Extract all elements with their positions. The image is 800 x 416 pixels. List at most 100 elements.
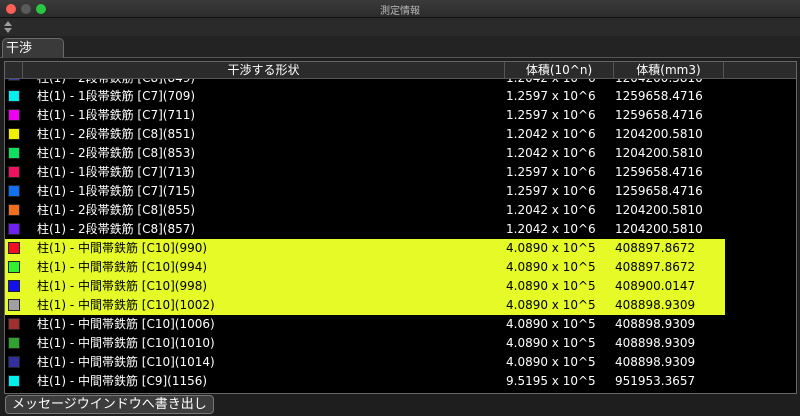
cell-volume-mm3: 408897.8672 (615, 241, 696, 255)
cell-volume-mm3: 408898.9309 (615, 355, 696, 369)
cell-volume-exp: 1.2042 x 10^6 (506, 222, 596, 236)
color-swatch (8, 204, 20, 216)
cell-shape: 柱(1) - 中間帯鉄筋 [C9](1156) (37, 374, 208, 388)
tab-bar: 干渉 (0, 36, 800, 58)
cell-shape: 柱(1) - 2段帯鉄筋 [C8](855) (37, 203, 196, 217)
color-swatch (8, 185, 20, 197)
table-row[interactable]: 柱(1) - 1段帯鉄筋 [C7](715) 1.2597 x 10^6 12596… (5, 182, 725, 201)
color-swatch (8, 356, 20, 368)
cell-volume-mm3: 1204200.5810 (615, 127, 703, 141)
table-row[interactable]: 柱(1) - 中間帯鉄筋 [C10](998) 4.0890 x 10^5 4089… (5, 277, 725, 296)
cell-shape: 柱(1) - 2段帯鉄筋 [C8](857) (37, 222, 196, 236)
interference-table: 干渉する形状 体積(10^n) 体積(mm3) 柱(1) - 2段帯鉄筋 [C8… (4, 61, 797, 394)
table-row[interactable]: 柱(1) - 中間帯鉄筋 [C10](1010) 4.0890 x 10^5 408… (5, 334, 725, 353)
table-header: 干渉する形状 体積(10^n) 体積(mm3) (5, 62, 796, 79)
cell-shape: 柱(1) - 中間帯鉄筋 [C10](1002) (37, 298, 215, 312)
color-swatch (8, 337, 20, 349)
cell-volume-exp: 1.2042 x 10^6 (506, 79, 596, 87)
cell-volume-mm3: 408897.8672 (615, 260, 696, 274)
color-swatch (8, 90, 20, 102)
cell-volume-mm3: 1259658.4716 (615, 165, 703, 179)
cell-shape: 柱(1) - 1段帯鉄筋 [C7](715) (37, 184, 196, 198)
cell-volume-exp: 1.2597 x 10^6 (506, 89, 596, 103)
cell-shape: 柱(1) - 1段帯鉄筋 [C7](711) (37, 108, 196, 122)
cell-volume-mm3: 1259658.4716 (615, 108, 703, 122)
cell-volume-exp: 4.0890 x 10^5 (506, 355, 596, 369)
column-header-extra[interactable] (724, 62, 796, 78)
table-body: 柱(1) - 2段帯鉄筋 [C8](849) 1.2042 x 10^6 12042… (5, 79, 725, 391)
cell-volume-mm3: 1204200.5810 (615, 146, 703, 160)
color-swatch (8, 280, 20, 292)
cell-volume-exp: 1.2597 x 10^6 (506, 184, 596, 198)
color-swatch (8, 79, 20, 81)
cell-shape: 柱(1) - 中間帯鉄筋 [C10](990) (37, 241, 208, 255)
updown-arrows-icon[interactable] (3, 20, 13, 34)
toolbar (0, 18, 800, 36)
footer: メッセージウインドウへ書き出し (0, 394, 800, 416)
column-header-volume-mm3[interactable]: 体積(mm3) (614, 62, 724, 78)
table-row[interactable]: 柱(1) - 2段帯鉄筋 [C8](851) 1.2042 x 10^6 12042… (5, 125, 725, 144)
window-title: 測定情報 (380, 6, 420, 17)
cell-shape: 柱(1) - 2段帯鉄筋 [C8](851) (37, 127, 196, 141)
table-row[interactable]: 柱(1) - 2段帯鉄筋 [C8](853) 1.2042 x 10^6 12042… (5, 144, 725, 163)
cell-volume-mm3: 408898.9309 (615, 317, 696, 331)
column-header-color[interactable] (5, 62, 23, 78)
cell-volume-exp: 1.2042 x 10^6 (506, 203, 596, 217)
cell-shape: 柱(1) - 中間帯鉄筋 [C10](998) (37, 279, 208, 293)
cell-shape: 柱(1) - 中間帯鉄筋 [C10](1006) (37, 317, 215, 331)
table-row[interactable]: 柱(1) - 1段帯鉄筋 [C7](713) 1.2597 x 10^6 12596… (5, 163, 725, 182)
column-header-volume-exp[interactable]: 体積(10^n) (505, 62, 614, 78)
cell-volume-mm3: 1204200.5810 (615, 203, 703, 217)
cell-volume-exp: 4.0890 x 10^5 (506, 336, 596, 350)
color-swatch (8, 318, 20, 330)
cell-volume-exp: 4.0890 x 10^5 (506, 298, 596, 312)
title-bar: 測定情報 (0, 0, 800, 18)
color-swatch (8, 299, 20, 311)
color-swatch (8, 375, 20, 387)
color-swatch (8, 242, 20, 254)
cell-shape: 柱(1) - 中間帯鉄筋 [C10](1010) (37, 336, 215, 350)
tab-interference[interactable]: 干渉 (2, 38, 64, 58)
color-swatch (8, 223, 20, 235)
cell-volume-exp: 9.5195 x 10^5 (506, 374, 596, 388)
cell-shape: 柱(1) - 中間帯鉄筋 [C10](994) (37, 260, 208, 274)
column-header-shape[interactable]: 干渉する形状 (23, 62, 505, 78)
table-row[interactable]: 柱(1) - 中間帯鉄筋 [C9](1156) 9.5195 x 10^5 9519… (5, 372, 725, 391)
color-swatch (8, 109, 20, 121)
table-row[interactable]: 柱(1) - 1段帯鉄筋 [C7](711) 1.2597 x 10^6 12596… (5, 106, 725, 125)
export-to-message-window-button[interactable]: メッセージウインドウへ書き出し (5, 395, 214, 414)
cell-volume-exp: 1.2597 x 10^6 (506, 108, 596, 122)
cell-volume-mm3: 1204200.5810 (615, 222, 703, 236)
table-row[interactable]: 柱(1) - 中間帯鉄筋 [C10](990) 4.0890 x 10^5 4088… (5, 239, 725, 258)
table-row[interactable]: 柱(1) - 中間帯鉄筋 [C10](1014) 4.0890 x 10^5 408… (5, 353, 725, 372)
table-row[interactable]: 柱(1) - 中間帯鉄筋 [C10](1006) 4.0890 x 10^5 408… (5, 315, 725, 334)
cell-volume-exp: 4.0890 x 10^5 (506, 317, 596, 331)
cell-shape: 柱(1) - 2段帯鉄筋 [C8](853) (37, 146, 196, 160)
color-swatch (8, 166, 20, 178)
cell-volume-mm3: 408898.9309 (615, 298, 696, 312)
table-row[interactable]: 柱(1) - 中間帯鉄筋 [C10](1002) 4.0890 x 10^5 408… (5, 296, 725, 315)
cell-volume-mm3: 1259658.4716 (615, 89, 703, 103)
cell-volume-mm3: 1204200.5810 (615, 79, 703, 87)
cell-volume-exp: 1.2042 x 10^6 (506, 127, 596, 141)
cell-volume-mm3: 408900.0147 (615, 279, 696, 293)
table-row[interactable]: 柱(1) - 2段帯鉄筋 [C8](849) 1.2042 x 10^6 12042… (5, 79, 725, 87)
cell-shape: 柱(1) - 2段帯鉄筋 [C8](849) (37, 79, 195, 87)
color-swatch (8, 147, 20, 159)
color-swatch (8, 128, 20, 140)
cell-shape: 柱(1) - 1段帯鉄筋 [C7](713) (37, 165, 196, 179)
table-row[interactable]: 柱(1) - 2段帯鉄筋 [C8](857) 1.2042 x 10^6 12042… (5, 220, 725, 239)
cell-volume-exp: 1.2042 x 10^6 (506, 146, 596, 160)
table-row[interactable]: 柱(1) - 2段帯鉄筋 [C8](855) 1.2042 x 10^6 12042… (5, 201, 725, 220)
cell-volume-mm3: 408898.9309 (615, 336, 696, 350)
cell-volume-mm3: 951953.3657 (615, 374, 696, 388)
table-row[interactable]: 柱(1) - 中間帯鉄筋 [C10](994) 4.0890 x 10^5 4088… (5, 258, 725, 277)
cell-shape: 柱(1) - 1段帯鉄筋 [C7](709) (37, 89, 196, 103)
cell-volume-exp: 4.0890 x 10^5 (506, 260, 596, 274)
cell-volume-exp: 1.2597 x 10^6 (506, 165, 596, 179)
table-row[interactable]: 柱(1) - 1段帯鉄筋 [C7](709) 1.2597 x 10^6 12596… (5, 87, 725, 106)
cell-shape: 柱(1) - 中間帯鉄筋 [C10](1014) (37, 355, 215, 369)
color-swatch (8, 261, 20, 273)
cell-volume-exp: 4.0890 x 10^5 (506, 279, 596, 293)
cell-volume-mm3: 1259658.4716 (615, 184, 703, 198)
